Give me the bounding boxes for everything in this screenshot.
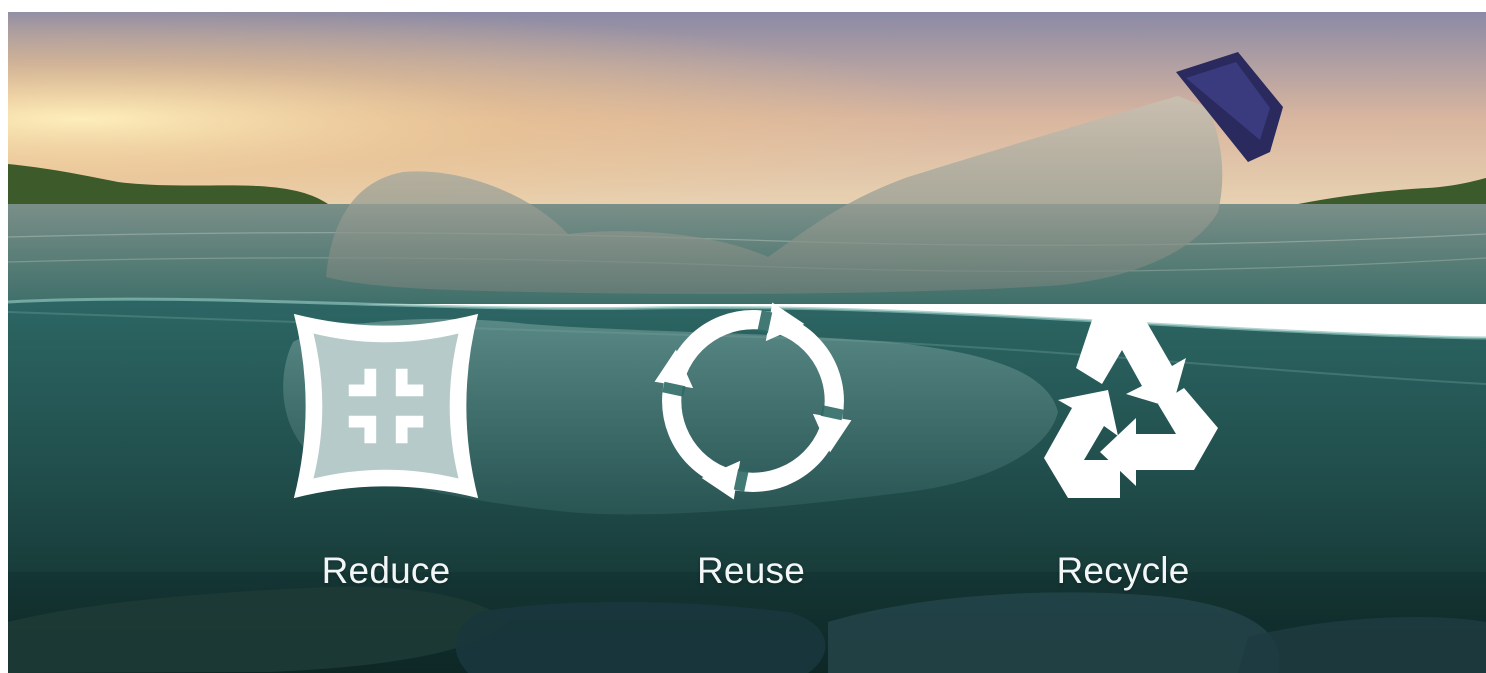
recycle-label: Recycle [1056, 550, 1190, 591]
reuse-label: Reuse [697, 550, 805, 591]
recycle-icon [1022, 308, 1222, 504]
hero-image: Reduce Reuse Recycle [8, 12, 1486, 673]
circular-arrows-icon [646, 294, 860, 508]
compress-arrows-icon [288, 308, 484, 504]
reduce-label: Reduce [321, 550, 451, 591]
